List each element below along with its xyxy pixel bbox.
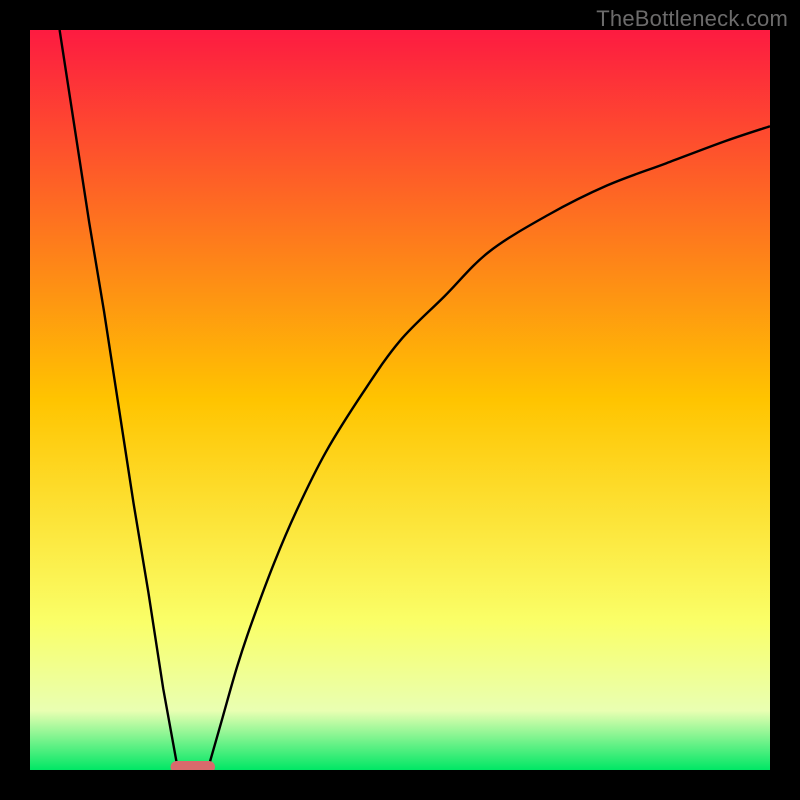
chart-svg (30, 30, 770, 770)
minimum-marker (171, 761, 215, 770)
gradient-background (30, 30, 770, 770)
watermark-text: TheBottleneck.com (596, 6, 788, 32)
plot-area (30, 30, 770, 770)
chart-frame: TheBottleneck.com (0, 0, 800, 800)
